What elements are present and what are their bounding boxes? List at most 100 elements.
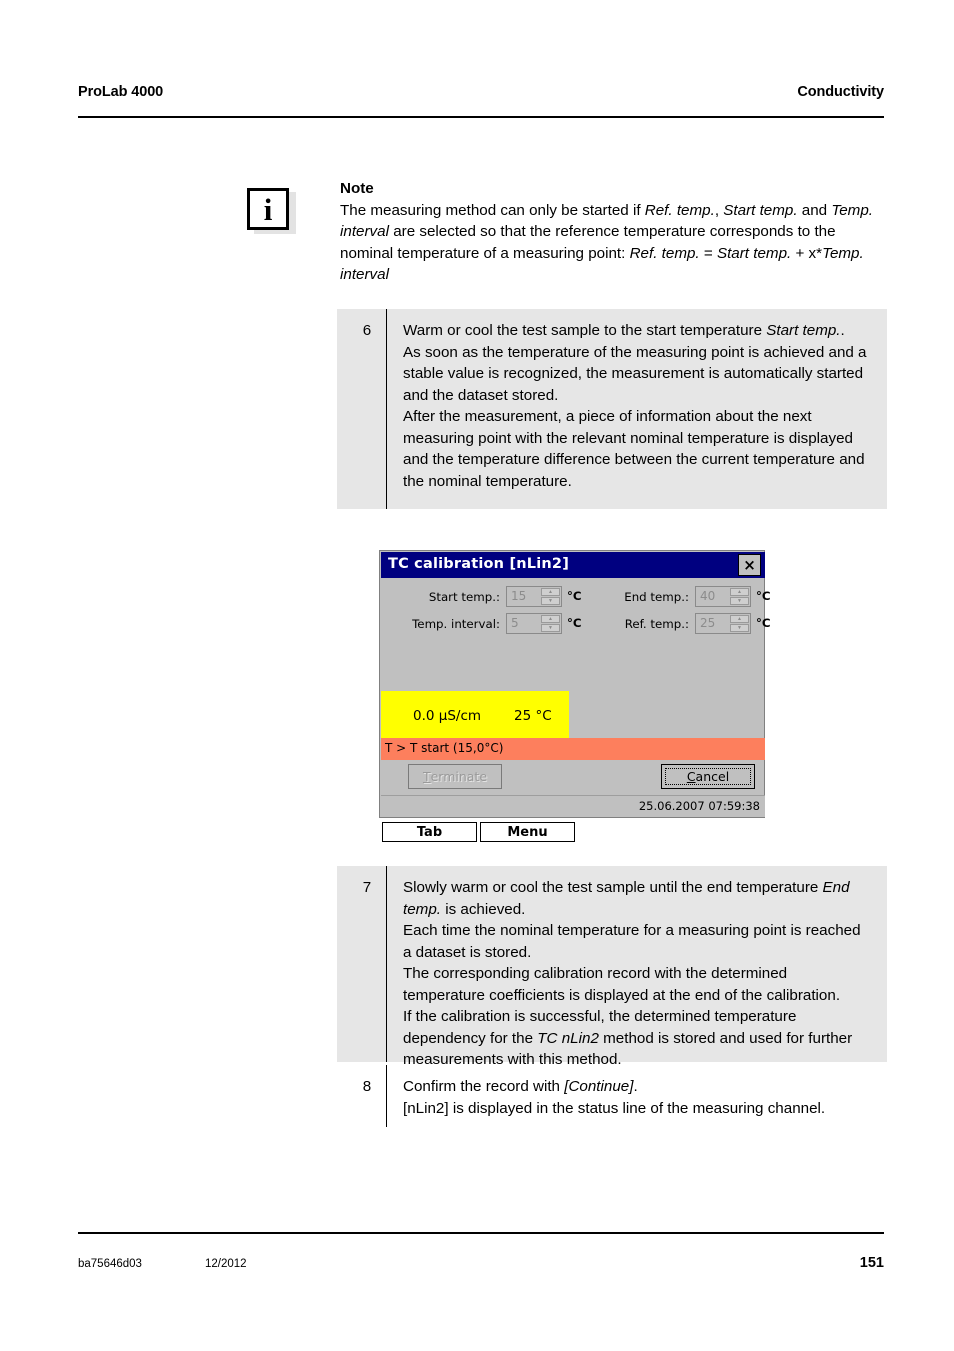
softkey-menu[interactable]: Menu: [480, 822, 575, 842]
step-row-8: 8 Confirm the record with [Continue]. [n…: [337, 1065, 887, 1127]
step7-para-3: The corresponding calibration record wit…: [403, 965, 841, 1004]
step6-para-3: After the measurement, a piece of inform…: [403, 408, 865, 490]
note-seg-1: The measuring method can only be started…: [340, 201, 645, 219]
header-section-name: Conductivity: [797, 84, 884, 100]
footer-document-id: ba75646d03: [78, 1258, 142, 1270]
status-bar: T > T start (15,0°C): [381, 738, 765, 760]
header-product-name: ProLab 4000: [78, 84, 164, 100]
page-header: ProLab 4000 Conductivity: [78, 84, 884, 118]
softkey-bar: Tab Menu: [382, 822, 768, 842]
step-body: Slowly warm or cool the test sample unti…: [403, 877, 873, 1071]
dialog-title: TC calibration [nLin2]: [388, 556, 570, 572]
ref-temp-spinner-buttons[interactable]: ▲ ▼: [730, 615, 749, 632]
step-row-7: 7 Slowly warm or cool the test sample un…: [337, 866, 887, 1068]
cancel-mnemonic: C: [686, 769, 696, 784]
footer-page-number: 151: [859, 1255, 884, 1271]
close-icon[interactable]: ×: [738, 554, 761, 576]
end-temp-stepper[interactable]: 40 ▲ ▼: [695, 586, 751, 607]
start-temp-spinner-down-icon[interactable]: ▼: [541, 597, 560, 605]
step-divider: [386, 309, 388, 509]
field-label-end-temp: End temp.:: [624, 590, 689, 604]
cancel-label-rest: ancel: [695, 769, 730, 784]
step8-seg-2: .: [633, 1078, 638, 1095]
measurement-temperature: 25 °C: [514, 708, 552, 724]
note-seg-5: =: [699, 244, 717, 262]
terminate-button[interactable]: Terminate: [408, 764, 502, 789]
cancel-button[interactable]: Cancel: [661, 764, 755, 789]
header-rule: [78, 116, 884, 118]
note-seg-3: and: [797, 201, 832, 219]
note-text: Note The measuring method can only be st…: [340, 178, 887, 286]
step-body: Warm or cool the test sample to the star…: [403, 320, 873, 492]
device-screenshot: TC calibration [nLin2] × Start temp.: 15…: [379, 550, 771, 842]
end-temp-spinner-up-icon[interactable]: ▲: [730, 588, 749, 596]
ref-temp-unit: °C: [756, 616, 771, 630]
step-divider: [386, 1065, 388, 1127]
step7-para-2: Each time the nominal temperature for a …: [403, 922, 861, 961]
step-number: 6: [362, 322, 372, 339]
temp-interval-stepper[interactable]: 5 ▲ ▼: [506, 613, 562, 634]
ref-temp-spinner-up-icon[interactable]: ▲: [730, 615, 749, 623]
start-temp-value: 15: [511, 589, 527, 603]
start-temp-spinner-buttons[interactable]: ▲ ▼: [541, 588, 560, 605]
terminate-mnemonic: T: [422, 769, 431, 784]
field-label-start-temp: Start temp.:: [428, 590, 500, 604]
note-em-start-temp-1: Start temp.: [723, 201, 798, 219]
info-icon-glyph: i: [247, 188, 289, 230]
status-message: T > T start (15,0°C): [385, 741, 504, 755]
field-label-ref-temp: Ref. temp.:: [624, 617, 689, 631]
step8-em-continue: [Continue]: [564, 1078, 634, 1095]
cancel-focus-ring: Cancel: [665, 768, 751, 785]
measurement-display: 0.0 µS/cm 25 °C: [381, 691, 569, 738]
note-seg-2: ,: [714, 201, 724, 219]
step-number: 7: [362, 879, 372, 896]
note-em-start-temp-2: Start temp.: [716, 244, 792, 262]
step6-para-2: As soon as the temperature of the measur…: [403, 343, 867, 404]
dialog-titlebar: TC calibration [nLin2] ×: [381, 552, 765, 578]
step6-seg-1: Warm or cool the test sample to the star…: [403, 322, 767, 339]
step7-em-tc-nlin2: TC nLin2: [537, 1029, 599, 1047]
note-em-ref-temp-2: Ref. temp.: [629, 244, 700, 262]
field-start-temp: Start temp.: 15 ▲ ▼ °C: [380, 586, 582, 610]
end-temp-spinner-down-icon[interactable]: ▼: [730, 597, 749, 605]
step-row-6: 6 Warm or cool the test sample to the st…: [337, 309, 887, 509]
note-title: Note: [340, 180, 374, 197]
step-number: 8: [362, 1078, 372, 1095]
temp-interval-value: 5: [511, 616, 519, 630]
step8-para-2: [nLin2] is displayed in the status line …: [403, 1099, 826, 1117]
dialog-fields: Start temp.: 15 ▲ ▼ °C End temp.: 40 ▲ ▼…: [380, 580, 771, 642]
step-divider: [386, 866, 388, 1062]
temp-interval-spinner-up-icon[interactable]: ▲: [541, 615, 560, 623]
step7-seg-2: is achieved.: [440, 900, 526, 918]
note-em-ref-temp-1: Ref. temp.: [644, 201, 715, 219]
field-ref-temp: Ref. temp.: 25 ▲ ▼ °C: [573, 613, 771, 637]
footer-rule: [78, 1232, 884, 1234]
step8-seg-1: Confirm the record with: [403, 1078, 565, 1095]
end-temp-unit: °C: [756, 589, 771, 603]
temp-interval-spinner-down-icon[interactable]: ▼: [541, 624, 560, 632]
device-screen: TC calibration [nLin2] × Start temp.: 15…: [379, 550, 771, 818]
measurement-value: 0.0 µS/cm: [413, 708, 482, 724]
ref-temp-stepper[interactable]: 25 ▲ ▼: [695, 613, 751, 634]
timestamp-bar: 25.06.2007 07:59:38: [381, 795, 765, 817]
start-temp-stepper[interactable]: 15 ▲ ▼: [506, 586, 562, 607]
dialog-button-row: Terminate Cancel: [380, 762, 766, 794]
temp-interval-spinner-buttons[interactable]: ▲ ▼: [541, 615, 560, 632]
info-icon: i: [247, 188, 299, 236]
footer-date: 12/2012: [205, 1258, 247, 1270]
timestamp: 25.06.2007 07:59:38: [638, 799, 760, 813]
step6-em-start-temp: Start temp.: [766, 322, 841, 339]
start-temp-spinner-up-icon[interactable]: ▲: [541, 588, 560, 596]
ref-temp-value: 25: [700, 616, 716, 630]
end-temp-spinner-buttons[interactable]: ▲ ▼: [730, 588, 749, 605]
step7-seg-1: Slowly warm or cool the test sample unti…: [403, 879, 823, 896]
terminate-label-rest: erminate: [430, 769, 488, 784]
note-seg-6: + x*: [791, 244, 823, 262]
step6-seg-2: .: [840, 322, 845, 339]
field-label-temp-interval: Temp. interval:: [412, 617, 500, 631]
softkey-tab[interactable]: Tab: [382, 822, 477, 842]
note-body: The measuring method can only be started…: [340, 200, 887, 286]
field-end-temp: End temp.: 40 ▲ ▼ °C: [573, 586, 771, 610]
field-temp-interval: Temp. interval: 5 ▲ ▼ °C: [380, 613, 582, 637]
ref-temp-spinner-down-icon[interactable]: ▼: [730, 624, 749, 632]
